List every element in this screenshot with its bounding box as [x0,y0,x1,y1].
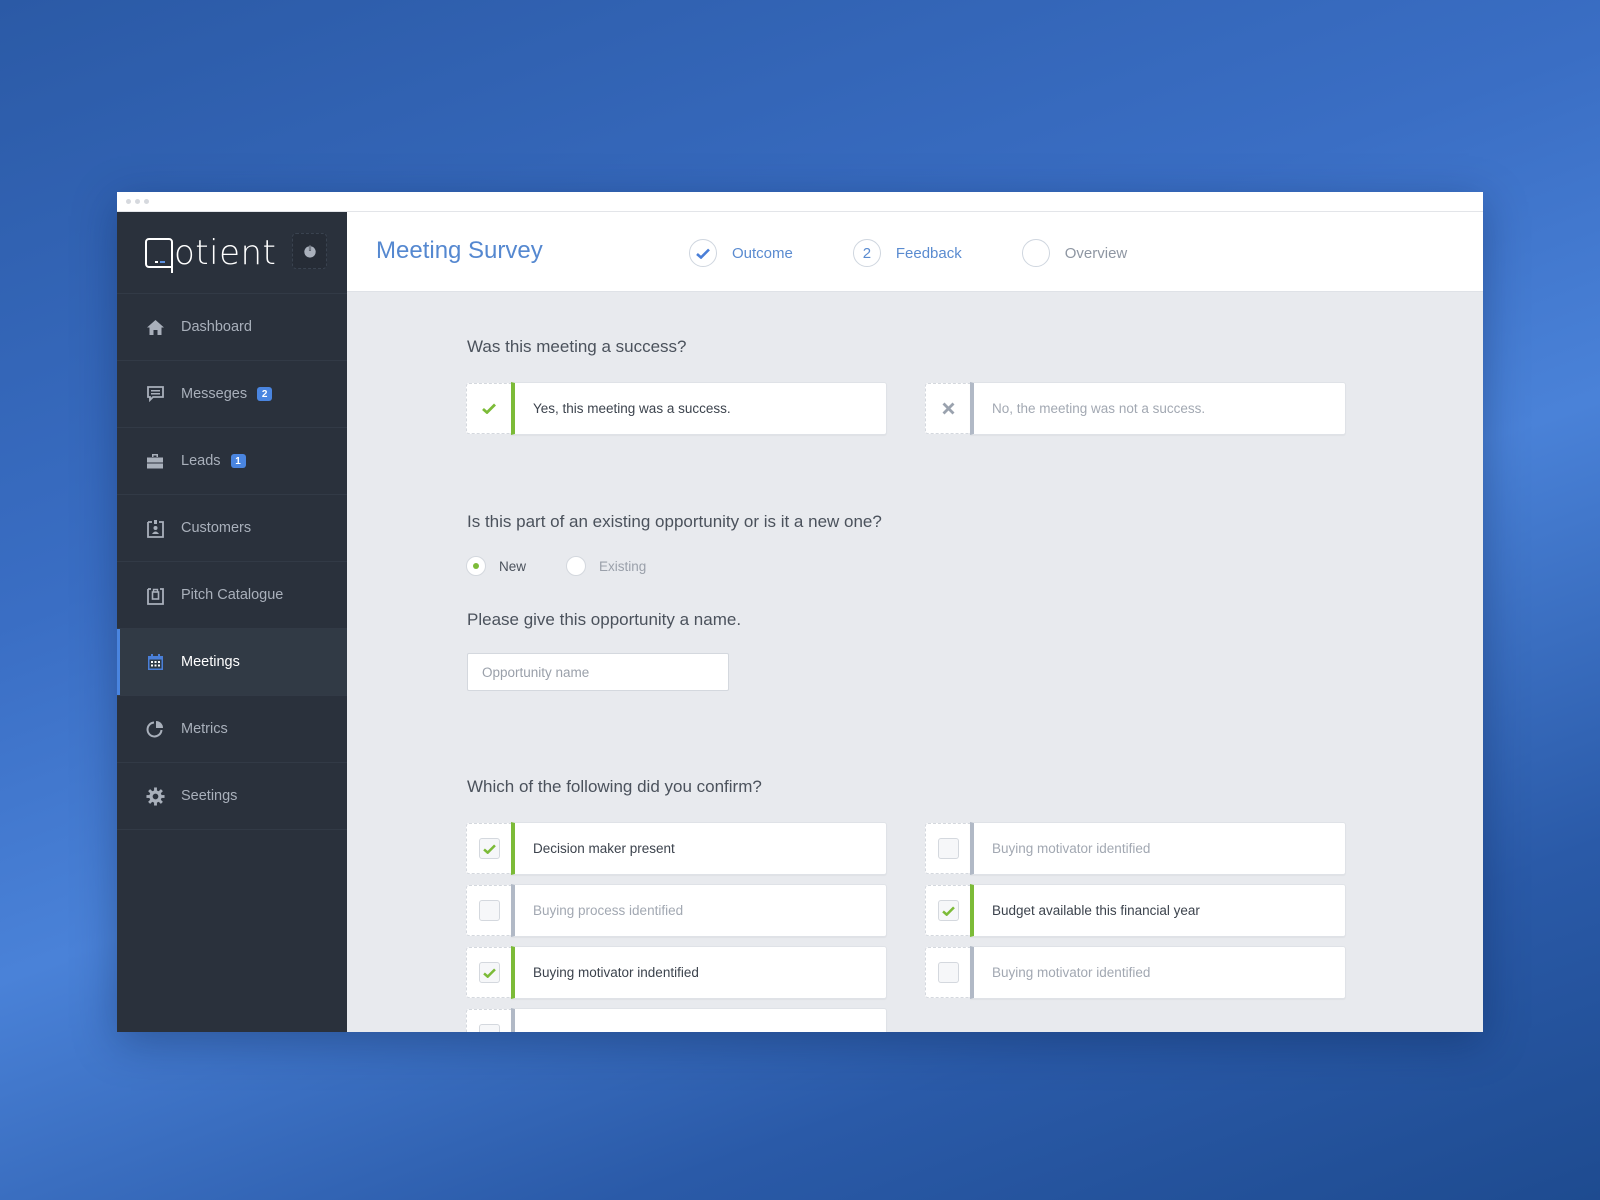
step-label: Feedback [895,244,962,262]
page-header: Meeting Survey Outcome 2 Feedback Overvi… [347,212,1483,292]
checkbox[interactable] [478,900,500,921]
sidebar-item-dashboard[interactable]: Dashboard [117,294,347,361]
checkbox[interactable] [478,838,500,859]
brand-name: otient [174,232,277,273]
logo[interactable]: otient [145,233,276,273]
pie-chart-icon [145,719,165,739]
sidebar-item-label: Meetings [181,654,240,670]
calendar-icon [145,652,165,672]
window-dot [144,199,149,204]
logo-mark-icon [145,237,173,273]
step-complete-marker [689,239,717,267]
option-label: Decision maker present [511,822,887,875]
power-icon [303,244,316,258]
sidebar-item-seetings[interactable]: Seetings [117,763,347,830]
sidebar-item-leads[interactable]: Leads 1 [117,428,347,495]
count-badge: 1 [230,454,246,468]
question-success: Was this meeting a success? [467,337,687,356]
confirm-option[interactable]: Decision maker present [466,822,887,875]
option-label: Budget available this financial year [970,884,1346,937]
check-icon [482,967,496,978]
opportunity-name-input[interactable] [467,653,729,691]
message-icon [145,384,165,404]
app-window: otient Dashboard Messeges 2 Leads 1 Cust… [117,192,1483,1032]
confirm-option[interactable]: Budget available this financial year [925,884,1346,937]
check-icon [482,403,496,414]
brand-header: otient [117,212,347,294]
radio-label[interactable]: Existing [599,559,646,574]
main-panel: Meeting Survey Outcome 2 Feedback Overvi… [347,212,1483,1032]
window-dot [126,199,131,204]
question-opportunity-name: Please give this opportunity a name. [467,610,742,629]
id-badge-icon [145,518,165,538]
radio-existing[interactable] [566,556,587,576]
sidebar-item-label: Dashboard [181,319,252,335]
x-icon [942,402,954,415]
sidebar-item-metrics[interactable]: Metrics [117,696,347,763]
option-label: Buying motivator indentified [511,946,887,999]
opportunity-type-radios: New Existing [466,556,686,576]
confirm-option[interactable]: Buying process identified [466,884,887,937]
option-label: Yes, this meeting was a success. [511,382,887,435]
check-icon [482,843,496,854]
confirm-option[interactable] [466,1008,887,1032]
sidebar-item-label: Customers [181,520,252,536]
catalogue-icon [145,585,165,605]
radio-selected-dot [473,563,479,569]
sidebar-item-label: Leads [181,453,221,469]
step-feedback[interactable]: 2 Feedback [852,239,962,267]
question-opportunity-type: Is this part of an existing opportunity … [467,512,882,531]
checkbox[interactable] [937,962,959,983]
confirm-option[interactable]: Buying motivator identified [925,822,1346,875]
option-label [511,1008,887,1032]
question-confirmations: Which of the following did you confirm? [467,777,762,796]
survey-form: Was this meeting a success? Yes, this me… [347,292,1483,1032]
window-titlebar [117,192,1483,212]
checkbox[interactable] [937,900,959,921]
page-title: Meeting Survey [376,237,543,264]
checkbox[interactable] [478,962,500,983]
power-button[interactable] [292,233,327,269]
gear-icon [145,786,165,806]
home-icon [145,317,165,337]
sidebar-nav: Dashboard Messeges 2 Leads 1 Customers P… [117,294,347,830]
option-success-no[interactable]: No, the meeting was not a success. [925,382,1346,435]
wizard-steps: Outcome 2 Feedback Overview [689,239,1187,267]
step-overview[interactable]: Overview [1021,239,1128,267]
option-label: Buying motivator identified [970,946,1346,999]
option-label: Buying motivator identified [970,822,1346,875]
unread-badge: 2 [257,387,273,401]
sidebar-item-pitch-catalogue[interactable]: Pitch Catalogue [117,562,347,629]
sidebar-item-label: Metrics [181,721,228,737]
sidebar-item-messeges[interactable]: Messeges 2 [117,361,347,428]
radio-new[interactable] [466,556,486,576]
step-label: Outcome [732,244,793,262]
checkbox[interactable] [478,1024,500,1032]
radio-label[interactable]: New [499,559,526,574]
sidebar-item-label: Messeges [181,386,248,402]
briefcase-icon [145,451,165,471]
confirm-option[interactable]: Buying motivator identified [925,946,1346,999]
step-number: 2 [852,239,881,267]
confirm-option[interactable]: Buying motivator indentified [466,946,887,999]
sidebar-item-meetings[interactable]: Meetings [117,629,347,696]
sidebar-item-label: Seetings [181,788,238,804]
sidebar: otient Dashboard Messeges 2 Leads 1 Cust… [117,212,347,1032]
step-label: Overview [1064,244,1128,262]
checkbox[interactable] [937,838,959,859]
option-success-yes[interactable]: Yes, this meeting was a success. [466,382,887,435]
sidebar-item-label: Pitch Catalogue [181,587,284,603]
check-icon [941,905,955,916]
step-empty-marker [1021,239,1050,267]
sidebar-item-customers[interactable]: Customers [117,495,347,562]
window-dot [135,199,140,204]
option-label: No, the meeting was not a success. [970,382,1346,435]
option-label: Buying process identified [511,884,887,937]
check-icon [696,248,710,259]
step-outcome[interactable]: Outcome [689,239,793,267]
